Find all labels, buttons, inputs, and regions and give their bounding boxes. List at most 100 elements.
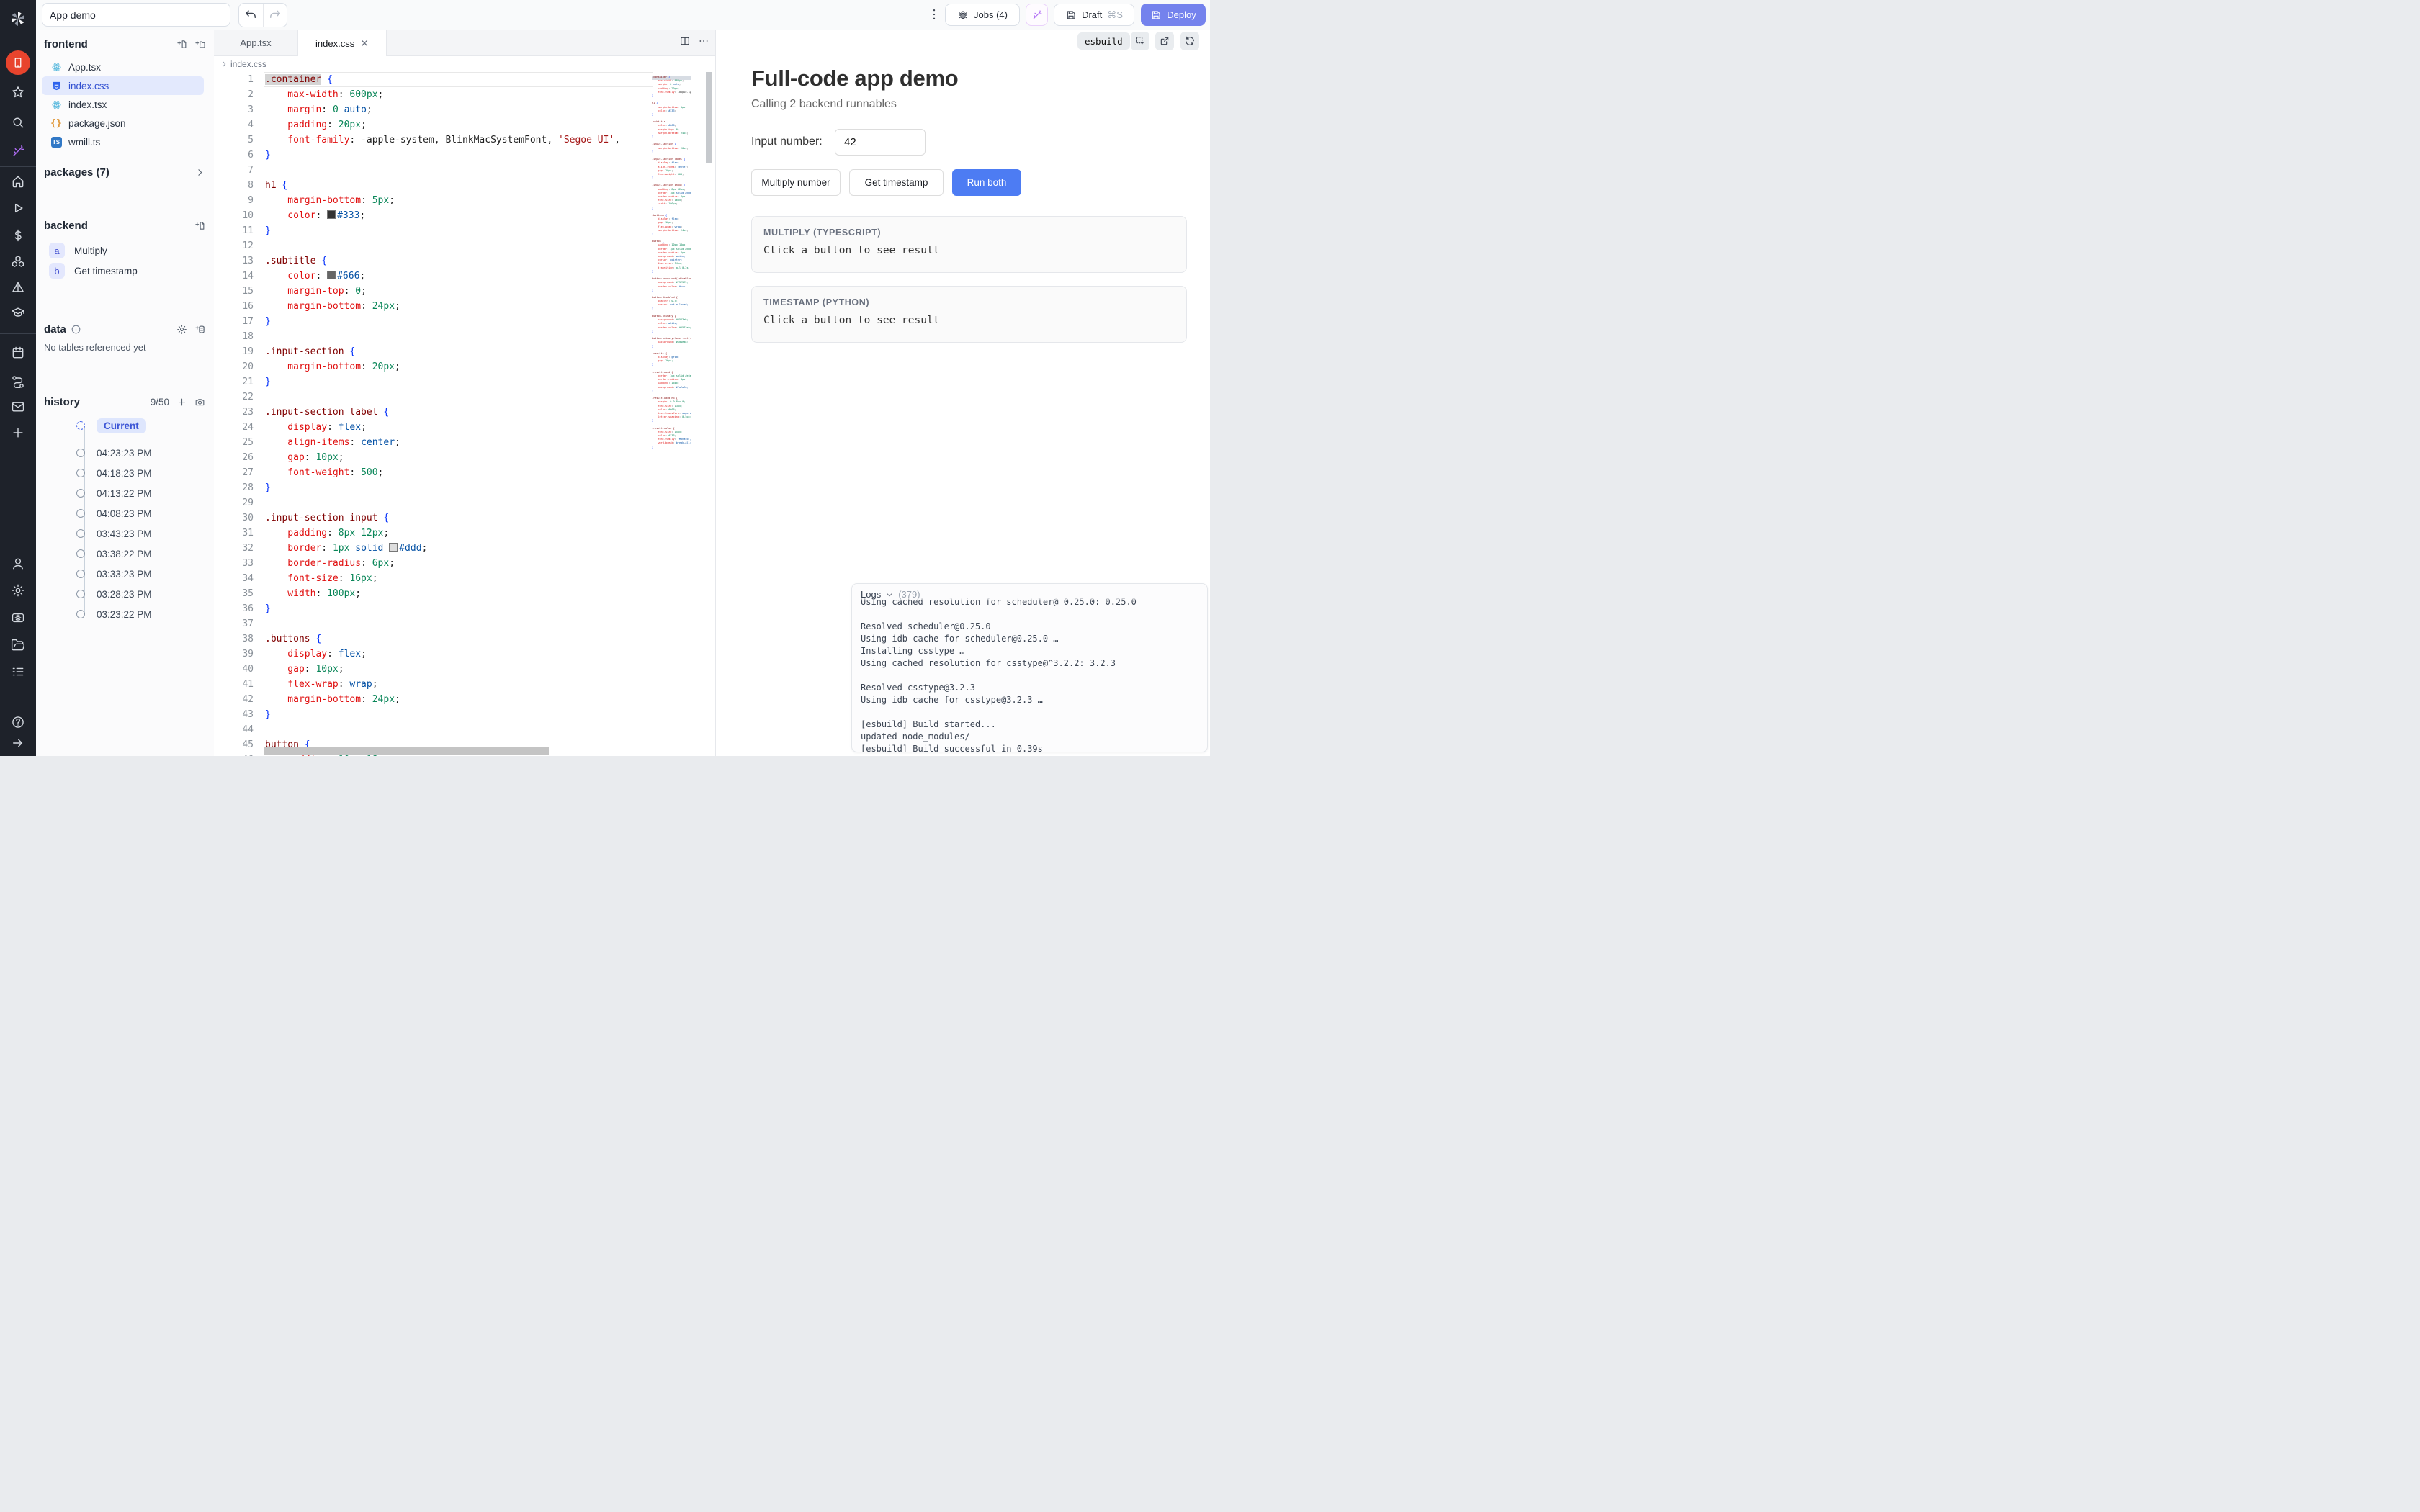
history-entry[interactable]: 03:38:22 PM (76, 544, 206, 563)
prism-icon[interactable] (11, 280, 25, 294)
draft-save-button[interactable]: Draft ⌘S (1054, 4, 1134, 26)
dollar-icon[interactable] (11, 228, 25, 243)
user-icon[interactable] (11, 557, 25, 571)
chevron-right-icon[interactable] (194, 167, 205, 178)
chevron-right-icon (220, 60, 228, 68)
logs-title[interactable]: Logs (861, 589, 881, 600)
result-card: TIMESTAMP (PYTHON)Click a button to see … (751, 286, 1187, 343)
history-entry[interactable]: 04:13:22 PM (76, 484, 206, 503)
history-entry[interactable]: 04:23:23 PM (76, 444, 206, 462)
file-item-package.json[interactable]: {}package.json (42, 114, 204, 132)
history-entry[interactable]: 04:18:23 PM (76, 464, 206, 482)
file-item-index.tsx[interactable]: index.tsx (42, 95, 204, 114)
history-entry[interactable]: 04:08:23 PM (76, 504, 206, 523)
editor-tab-App.tsx[interactable]: App.tsx (214, 30, 298, 56)
code-line: display: flex; (265, 420, 652, 435)
gear-icon[interactable] (176, 324, 187, 335)
file-item-index.css[interactable]: index.css (42, 76, 204, 95)
workflow-icon[interactable] (11, 374, 25, 389)
runnable-item-get-timestamp[interactable]: bGet timestamp (42, 261, 204, 280)
split-editor-icon[interactable] (679, 35, 691, 47)
run-both-button[interactable]: Run both (952, 169, 1021, 196)
multiply-number-button[interactable]: Multiply number (751, 169, 841, 196)
jobs-button[interactable]: Jobs (4) (945, 4, 1020, 26)
worker-icon[interactable] (11, 611, 25, 625)
code-viewport[interactable]: 1234567891011121314151617181920212223242… (214, 71, 715, 756)
log-line (861, 608, 1198, 621)
code-line (265, 163, 652, 178)
add-folder-icon[interactable] (194, 39, 205, 50)
arrow-right-icon[interactable] (11, 736, 25, 750)
settings-icon[interactable] (11, 583, 25, 598)
line-number: 3 (214, 102, 254, 117)
play-icon[interactable] (11, 201, 25, 215)
history-dot-icon (76, 529, 85, 538)
blocks-icon[interactable] (11, 254, 25, 269)
runnable-item-multiply[interactable]: aMultiply (42, 241, 204, 260)
home-icon[interactable] (11, 174, 25, 189)
inspect-button[interactable] (1131, 32, 1150, 50)
add-database-icon[interactable] (194, 324, 205, 335)
app-name-input[interactable] (42, 3, 230, 27)
horizontal-scrollbar-thumb[interactable] (264, 747, 549, 755)
more-menu-button[interactable] (927, 7, 943, 23)
star-icon[interactable] (11, 85, 25, 99)
list-icon[interactable] (11, 665, 25, 679)
refresh-button[interactable] (1180, 32, 1199, 50)
line-number: 9 (214, 193, 254, 208)
deploy-button[interactable]: Deploy (1141, 4, 1206, 26)
magic-wand-icon[interactable] (11, 144, 25, 158)
history-entry[interactable]: 03:33:23 PM (76, 564, 206, 583)
code-line: font-size: 16px; (265, 571, 652, 586)
close-tab-icon[interactable]: ✕ (360, 38, 369, 48)
line-number: 31 (214, 526, 254, 541)
history-entry[interactable]: 03:23:22 PM (76, 605, 206, 624)
plus-icon[interactable] (176, 397, 187, 408)
line-number: 6 (214, 148, 254, 163)
camera-icon[interactable] (194, 397, 205, 408)
code-line (265, 390, 652, 405)
line-number: 14 (214, 269, 254, 284)
number-input[interactable] (835, 129, 926, 156)
history-timestamp: 03:33:23 PM (97, 569, 152, 580)
folder-open-icon[interactable] (11, 638, 25, 652)
bug-icon (957, 9, 969, 21)
vertical-scrollbar-thumb[interactable] (706, 72, 712, 163)
redo-button[interactable] (263, 4, 287, 27)
log-output[interactable]: Using cached resolution for scheduler@ 0… (852, 596, 1207, 752)
undo-button[interactable] (239, 4, 263, 27)
external-link-icon (1159, 35, 1170, 47)
chevron-down-icon[interactable] (885, 590, 894, 599)
color-swatch (327, 210, 336, 219)
minimap[interactable]: .container { max-width: 600px; margin: 0… (652, 76, 691, 752)
graduation-cap-icon[interactable] (11, 305, 25, 320)
get-timestamp-button[interactable]: Get timestamp (849, 169, 944, 196)
line-number: 44 (214, 722, 254, 737)
add-file-icon[interactable] (194, 220, 205, 231)
editor-tab-index.css[interactable]: index.css✕ (298, 30, 387, 57)
result-card-value: Click a button to see result (763, 245, 1175, 256)
mail-icon[interactable] (11, 400, 25, 414)
line-number: 16 (214, 299, 254, 314)
workspace-building-icon[interactable] (6, 50, 30, 75)
search-icon[interactable] (11, 115, 25, 130)
plus-icon[interactable] (11, 426, 25, 440)
file-item-App.tsx[interactable]: App.tsx (42, 58, 204, 76)
editor-more-icon[interactable] (698, 35, 709, 47)
packages-toggle[interactable]: packages (7) (44, 164, 109, 180)
calendar-icon[interactable] (11, 346, 25, 360)
history-current[interactable]: Current (76, 416, 206, 435)
history-entry[interactable]: 03:28:23 PM (76, 585, 206, 603)
open-external-button[interactable] (1155, 32, 1174, 50)
help-icon[interactable] (11, 715, 25, 729)
breadcrumb[interactable]: index.css (214, 56, 715, 71)
ai-wand-button[interactable] (1026, 4, 1048, 26)
file-item-wmill.ts[interactable]: TSwmill.ts (42, 132, 204, 151)
history-entry[interactable]: 03:43:23 PM (76, 524, 206, 543)
code-line: h1 { (265, 178, 652, 193)
add-file-icon[interactable] (176, 39, 187, 50)
line-number: 21 (214, 374, 254, 390)
code-line: margin: 0 auto; (265, 102, 652, 117)
windmill-logo[interactable] (8, 9, 28, 29)
react-file-icon (50, 61, 62, 73)
